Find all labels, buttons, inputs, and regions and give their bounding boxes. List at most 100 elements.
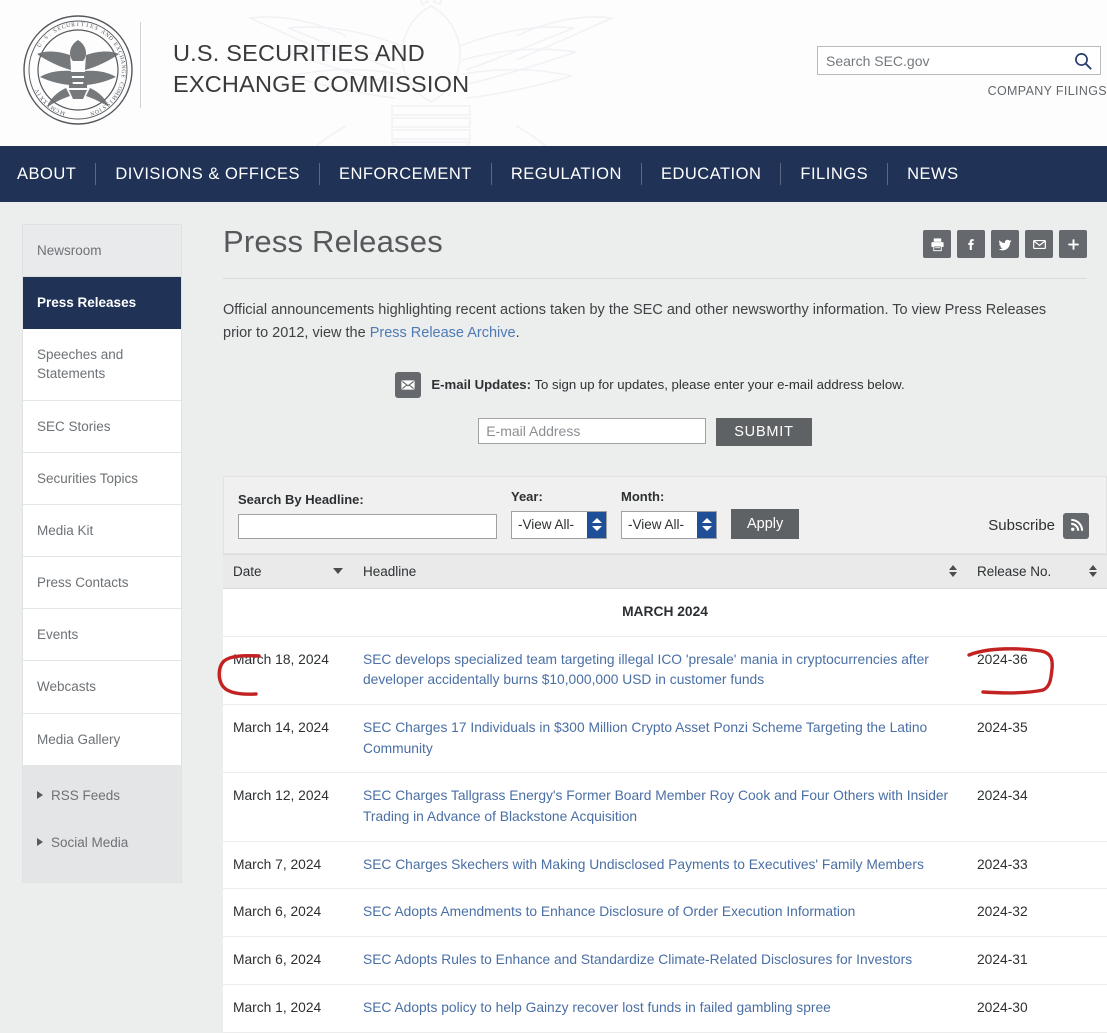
year-spinner-icon[interactable] (587, 511, 606, 538)
filter-bar: Search By Headline: Year: -View All- Mon… (223, 475, 1107, 554)
month-label: Month: (621, 488, 665, 504)
twitter-share-button[interactable] (991, 230, 1019, 258)
more-share-button[interactable] (1059, 230, 1087, 258)
headline-link[interactable]: SEC Adopts policy to help Gainzy recover… (363, 1000, 831, 1015)
rss-icon[interactable] (1063, 512, 1089, 539)
table-row[interactable]: March 1, 2024 SEC Adopts policy to help … (223, 984, 1107, 1033)
headline-link[interactable]: SEC develops specialized team targeting … (363, 652, 929, 688)
sort-descending-icon (333, 568, 343, 575)
sidebar-item-label: RSS Feeds (51, 787, 121, 803)
cell-release-no: 2024-36 (967, 636, 1107, 706)
column-label-release-no: Release No. (977, 563, 1052, 579)
site-header: U . S . S E C U R I T I E S A N D E X C … (0, 0, 1107, 146)
headline-filter-group: Search By Headline: (238, 492, 497, 539)
submit-button[interactable]: SUBMIT (716, 417, 812, 446)
month-spinner-icon[interactable] (697, 511, 716, 538)
intro-text-part2: . (515, 325, 520, 342)
apply-button[interactable]: Apply (731, 508, 800, 539)
chevron-down-icon (701, 526, 712, 532)
table-row[interactable]: March 12, 2024 SEC Charges Tallgrass Ene… (223, 772, 1107, 842)
share-bar (923, 224, 1107, 258)
search-icon[interactable] (1073, 51, 1093, 71)
email-updates-label: E-mail Updates: (431, 377, 532, 393)
headline-link[interactable]: SEC Charges Skechers with Making Undiscl… (363, 857, 924, 872)
table-row[interactable]: March 7, 2024 SEC Charges Skechers with … (223, 841, 1107, 890)
chevron-up-icon (701, 518, 712, 524)
nav-item-education[interactable]: EDUCATION (642, 165, 780, 184)
sidebar-item-label: Social Media (51, 834, 129, 850)
cell-date: March 7, 2024 (223, 841, 353, 890)
sidebar-item-media-kit[interactable]: Media Kit (23, 505, 181, 558)
year-select[interactable]: -View All- (511, 510, 607, 539)
headline-link[interactable]: SEC Charges 17 Individuals in $300 Milli… (363, 720, 927, 756)
table-row[interactable]: March 6, 2024 SEC Adopts Rules to Enhanc… (223, 936, 1107, 985)
page-heading: Press Releases (223, 224, 443, 259)
press-releases-table: Date Headline Release No. MARCH 2024 Mar… (223, 553, 1107, 1033)
cell-release-no: 2024-33 (967, 841, 1107, 890)
cell-date: March 1, 2024 (223, 984, 353, 1033)
sidebar-item-securities-topics[interactable]: Securities Topics (23, 453, 181, 505)
press-release-archive-link[interactable]: Press Release Archive (370, 325, 516, 341)
nav-item-regulation[interactable]: REGULATION (492, 165, 641, 184)
column-header-headline[interactable]: Headline (353, 553, 967, 589)
month-group-label: MARCH 2024 (223, 588, 1107, 637)
cell-date: March 6, 2024 (223, 936, 353, 985)
column-label-date: Date (233, 563, 262, 579)
sidebar-item-press-releases[interactable]: Press Releases (23, 277, 181, 330)
sec-seal-icon[interactable]: U . S . S E C U R I T I E S A N D E X C … (0, 0, 140, 126)
cell-release-no: 2024-31 (967, 936, 1107, 985)
email-share-button[interactable] (1025, 230, 1053, 258)
nav-item-news[interactable]: NEWS (888, 165, 978, 184)
intro-text-part1: Official announcements highlighting rece… (223, 302, 1047, 342)
column-label-headline: Headline (363, 563, 417, 579)
headline-link[interactable]: SEC Adopts Amendments to Enhance Disclos… (363, 904, 855, 919)
headline-link[interactable]: SEC Adopts Rules to Enhance and Standard… (363, 952, 912, 967)
sidebar-item-rss-feeds[interactable]: RSS Feeds (23, 772, 181, 819)
company-filings-link[interactable]: COMPANY FILINGS (988, 84, 1107, 98)
month-select[interactable]: -View All- (621, 510, 717, 539)
cell-headline: SEC Charges Skechers with Making Undiscl… (353, 841, 967, 890)
title-row: Press Releases (223, 224, 1107, 260)
nav-item-about[interactable]: ABOUT (17, 165, 95, 184)
sidebar-item-newsroom[interactable]: Newsroom (23, 225, 181, 278)
nav-item-divisions-offices[interactable]: DIVISIONS & OFFICES (96, 165, 319, 184)
sidebar-item-media-gallery[interactable]: Media Gallery (23, 714, 181, 766)
facebook-share-button[interactable] (957, 230, 985, 258)
svg-text:.: . (48, 32, 53, 38)
agency-name-line1: U.S. SECURITIES AND (173, 40, 425, 66)
table-row[interactable]: March 14, 2024 SEC Charges 17 Individual… (223, 704, 1107, 774)
table-row[interactable]: March 6, 2024 SEC Adopts Amendments to E… (223, 888, 1107, 938)
sidebar-item-social-media[interactable]: Social Media (23, 819, 181, 866)
page-body: Newsroom Press Releases Speeches and Sta… (0, 202, 1107, 1033)
page-title: U.S. SECURITIES AND EXCHANGE COMMISSION (173, 38, 469, 100)
brand-divider (140, 22, 141, 108)
sec-search-box[interactable] (817, 46, 1101, 75)
search-by-headline-input[interactable] (238, 513, 497, 539)
sidebar-item-sec-stories[interactable]: SEC Stories (23, 401, 181, 453)
main-navigation: ABOUT DIVISIONS & OFFICES ENFORCEMENT RE… (0, 146, 1107, 202)
nav-item-filings[interactable]: FILINGS (781, 165, 887, 184)
sidebar-item-events[interactable]: Events (23, 609, 181, 662)
column-header-release-no[interactable]: Release No. (967, 553, 1107, 589)
headline-link[interactable]: SEC Charges Tallgrass Energy's Former Bo… (363, 788, 948, 824)
sort-both-icon (1089, 565, 1097, 578)
nav-item-enforcement[interactable]: ENFORCEMENT (320, 165, 491, 184)
sidebar-item-webcasts[interactable]: Webcasts (23, 661, 181, 714)
cell-release-no: 2024-35 (967, 704, 1107, 774)
email-updates-block: E-mail Updates: To sign up for updates, … (223, 371, 1107, 446)
year-label: Year: (511, 488, 543, 504)
table-row[interactable]: March 18, 2024 SEC develops specialized … (223, 636, 1107, 706)
intro-paragraph: Official announcements highlighting rece… (223, 299, 1071, 346)
subscribe-label: Subscribe (988, 517, 1055, 535)
email-updates-line: E-mail Updates: To sign up for updates, … (213, 371, 1087, 398)
column-header-date[interactable]: Date (223, 553, 353, 589)
email-address-input[interactable] (478, 417, 707, 444)
cell-headline: SEC Charges 17 Individuals in $300 Milli… (353, 704, 967, 774)
sidebar-item-speeches-and-statements[interactable]: Speeches and Statements (23, 329, 181, 401)
sidebar-item-press-contacts[interactable]: Press Contacts (23, 557, 181, 610)
cell-headline: SEC develops specialized team targeting … (353, 636, 967, 706)
chevron-down-icon (591, 526, 602, 532)
search-input[interactable] (818, 47, 1100, 74)
print-button[interactable] (923, 230, 951, 258)
sort-both-icon (949, 565, 957, 578)
